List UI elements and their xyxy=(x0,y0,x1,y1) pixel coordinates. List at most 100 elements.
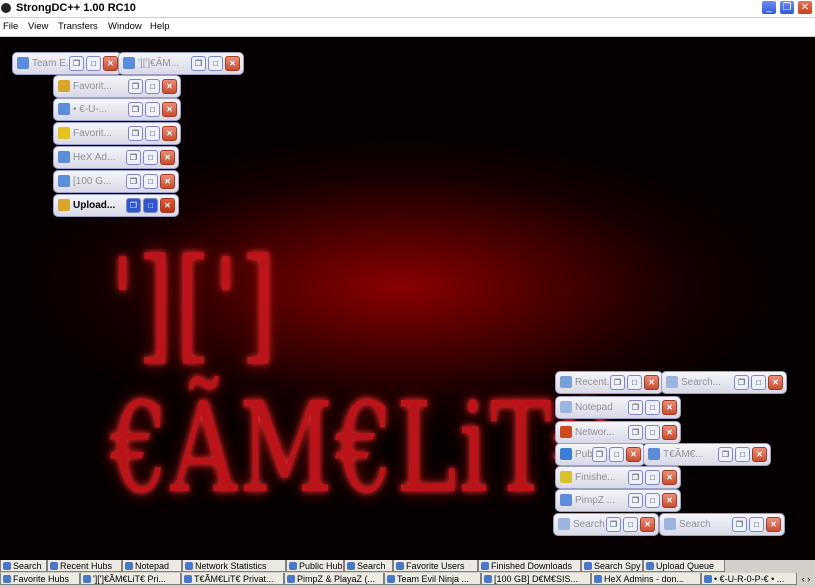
app-icon[interactable] xyxy=(1,3,11,13)
taskbar-tab[interactable]: Finished Downloads xyxy=(478,560,581,572)
close-button[interactable]: ✕ xyxy=(768,375,783,390)
maximize-button[interactable]: □ xyxy=(749,517,764,532)
maximize-button[interactable]: □ xyxy=(645,400,660,415)
taskbar-tab[interactable]: '][']€ÃM€LiT€ Pri... xyxy=(80,573,181,585)
taskbar-tab[interactable]: PimpZ & PlayaZ (... xyxy=(284,573,384,585)
maximize-button[interactable]: □ xyxy=(609,447,624,462)
close-button[interactable]: ✕ xyxy=(225,56,240,71)
close-button[interactable]: ✕ xyxy=(752,447,767,462)
maximize-button[interactable]: □ xyxy=(143,150,158,165)
restore-button[interactable]: ❐ xyxy=(126,150,141,165)
restore-button[interactable]: ❐ xyxy=(734,375,749,390)
maximize-button[interactable]: □ xyxy=(208,56,223,71)
minimized-window[interactable]: Favorit... ❐ □ ✕ xyxy=(53,122,181,145)
close-button[interactable]: ✕ xyxy=(160,198,175,213)
menu-file[interactable]: File xyxy=(3,21,18,32)
maximize-button[interactable]: □ xyxy=(735,447,750,462)
maximize-button[interactable]: □ xyxy=(145,126,160,141)
close-button[interactable]: ✕ xyxy=(662,425,677,440)
restore-button[interactable]: ❐ xyxy=(732,517,747,532)
taskbar-tab[interactable]: Recent Hubs xyxy=(47,560,122,572)
taskbar-tab[interactable]: Team Evil Ninja ... xyxy=(384,573,481,585)
minimized-window[interactable]: Networ... ❐ □ ✕ xyxy=(555,421,681,444)
restore-button[interactable]: ❐ xyxy=(628,400,643,415)
maximize-button[interactable]: □ xyxy=(645,425,660,440)
menu-help[interactable]: Help xyxy=(150,21,170,32)
maximize-button[interactable]: □ xyxy=(751,375,766,390)
minimized-window[interactable]: • €-U-... ❐ □ ✕ xyxy=(53,98,181,121)
maximize-button[interactable]: □ xyxy=(623,517,638,532)
minimized-window[interactable]: Finishe... ❐ □ ✕ xyxy=(555,466,681,489)
maximize-button[interactable]: □ xyxy=(145,79,160,94)
taskbar-tab[interactable]: Notepad xyxy=(122,560,182,572)
close-button[interactable]: ✕ xyxy=(626,447,641,462)
close-button[interactable]: ✕ xyxy=(766,517,781,532)
minimized-window[interactable]: Search ❐ □ ✕ xyxy=(553,513,659,536)
minimized-window[interactable]: Search... ❐ □ ✕ xyxy=(661,371,787,394)
taskbar-scroll-arrows[interactable]: ‹ › xyxy=(797,573,815,586)
taskbar-tab[interactable]: Network Statistics xyxy=(182,560,286,572)
close-button[interactable]: ✕ xyxy=(162,79,177,94)
minimized-window[interactable]: Favorit... ❐ □ ✕ xyxy=(53,75,181,98)
close-button[interactable]: ✕ xyxy=(103,56,118,71)
maximize-button[interactable]: □ xyxy=(627,375,642,390)
taskbar-tab[interactable]: T€ÃM€LiT€ Privat... xyxy=(181,573,284,585)
minimize-button[interactable]: _ xyxy=(761,0,777,15)
restore-button[interactable]: ❐ xyxy=(606,517,621,532)
maximize-button[interactable]: □ xyxy=(645,493,660,508)
restore-button[interactable]: ❐ xyxy=(126,198,141,213)
taskbar-tab[interactable]: Search xyxy=(0,560,47,572)
close-button[interactable]: ✕ xyxy=(640,517,655,532)
close-button[interactable]: ✕ xyxy=(644,375,659,390)
minimized-window[interactable]: '][']€ÃM... ❐ □ ✕ xyxy=(118,52,244,75)
restore-button[interactable]: ❐ xyxy=(128,126,143,141)
restore-button[interactable]: ❐ xyxy=(126,174,141,189)
restore-button[interactable]: ❐ xyxy=(628,425,643,440)
taskbar-tab[interactable]: Search Spy xyxy=(581,560,643,572)
minimized-window[interactable]: Upload... ❐ □ ✕ xyxy=(53,194,179,217)
taskbar-tab[interactable]: HeX Admins - don... xyxy=(591,573,701,585)
close-button[interactable]: ✕ xyxy=(797,0,813,15)
taskbar-tab[interactable]: • €-U-R-0-P-€ • ... xyxy=(701,573,797,585)
restore-button[interactable]: ❐ xyxy=(128,79,143,94)
taskbar-tab[interactable]: Favorite Hubs xyxy=(0,573,80,585)
menu-view[interactable]: View xyxy=(28,21,48,32)
taskbar-tab[interactable]: Search xyxy=(344,560,393,572)
close-button[interactable]: ✕ xyxy=(662,470,677,485)
minimized-window[interactable]: PimpZ ... ❐ □ ✕ xyxy=(555,489,681,512)
taskbar-tab[interactable]: Upload Queue xyxy=(643,560,725,572)
restore-button[interactable]: ❐ xyxy=(718,447,733,462)
menu-transfers[interactable]: Transfers xyxy=(58,21,98,32)
close-button[interactable]: ✕ xyxy=(162,102,177,117)
minimized-window[interactable]: Notepad ❐ □ ✕ xyxy=(555,396,681,419)
close-button[interactable]: ✕ xyxy=(160,174,175,189)
restore-button[interactable]: ❐ xyxy=(128,102,143,117)
minimized-window[interactable]: T€ÃM€... ❐ □ ✕ xyxy=(643,443,771,466)
restore-button[interactable]: ❐ xyxy=(628,470,643,485)
restore-button[interactable]: ❐ xyxy=(592,447,607,462)
restore-button[interactable]: ❐ xyxy=(628,493,643,508)
minimized-window[interactable]: HeX Ad... ❐ □ ✕ xyxy=(53,146,179,169)
close-button[interactable]: ✕ xyxy=(162,126,177,141)
menu-window[interactable]: Window xyxy=(108,21,142,32)
taskbar-tab[interactable]: Public Hubs xyxy=(286,560,344,572)
close-button[interactable]: ✕ xyxy=(160,150,175,165)
maximize-button[interactable]: □ xyxy=(145,102,160,117)
minimized-window[interactable]: [100 G... ❐ □ ✕ xyxy=(53,170,179,193)
close-button[interactable]: ✕ xyxy=(662,400,677,415)
close-button[interactable]: ✕ xyxy=(662,493,677,508)
taskbar-tab[interactable]: Favorite Users xyxy=(393,560,478,572)
maximize-button[interactable]: □ xyxy=(143,198,158,213)
minimized-window[interactable]: Recent... ❐ □ ✕ xyxy=(555,371,663,394)
maximize-button[interactable]: □ xyxy=(143,174,158,189)
taskbar-tab[interactable]: [100 GB] D€M€SIS... xyxy=(481,573,591,585)
restore-button[interactable]: ❐ xyxy=(610,375,625,390)
restore-button[interactable]: ❐ xyxy=(779,0,795,15)
maximize-button[interactable]: □ xyxy=(86,56,101,71)
restore-button[interactable]: ❐ xyxy=(191,56,206,71)
restore-button[interactable]: ❐ xyxy=(69,56,84,71)
minimized-window[interactable]: Team E... ❐ □ ✕ xyxy=(12,52,122,75)
minimized-window[interactable]: Search ❐ □ ✕ xyxy=(659,513,785,536)
minimized-window[interactable]: Public ...❐□✕ xyxy=(555,443,645,466)
maximize-button[interactable]: □ xyxy=(645,470,660,485)
